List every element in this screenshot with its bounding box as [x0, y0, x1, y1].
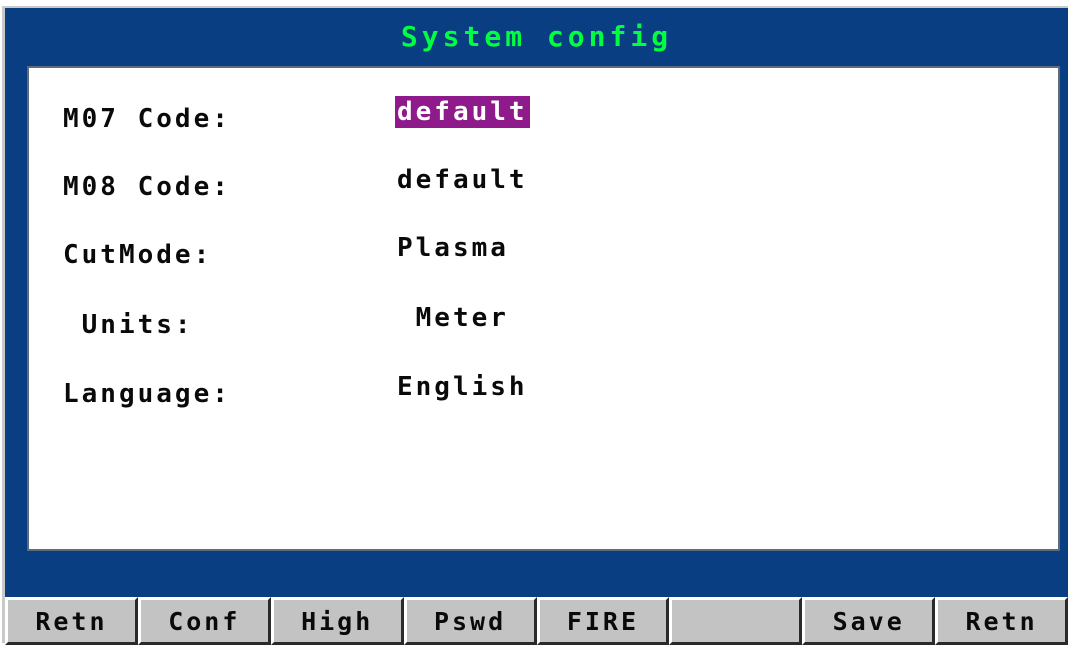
- setting-label-language: Language:: [63, 379, 231, 409]
- setting-row-language[interactable]: Language: English: [29, 372, 1058, 411]
- setting-label-m08-code: M08 Code:: [63, 172, 231, 202]
- softkey-high[interactable]: High: [270, 597, 404, 645]
- softkey-bar: Retn Conf High Pswd FIRE Save Retn: [5, 597, 1068, 645]
- window-title: System config: [400, 19, 673, 53]
- setting-value-m08-code[interactable]: default: [395, 164, 530, 196]
- setting-value-m07-code[interactable]: default: [395, 96, 530, 128]
- setting-label-m07-code: M07 Code:: [63, 104, 231, 134]
- setting-label-units: Units:: [63, 310, 194, 340]
- softkey-retn-left[interactable]: Retn: [5, 597, 138, 645]
- setting-value-cutmode[interactable]: Plasma: [395, 232, 511, 264]
- setting-label-cutmode: CutMode:: [63, 240, 213, 270]
- setting-value-language[interactable]: English: [395, 371, 530, 403]
- setting-value-units[interactable]: Meter: [395, 302, 511, 334]
- setting-row-m07-code[interactable]: M07 Code: default: [29, 96, 1058, 136]
- setting-row-units[interactable]: Units: Meter: [29, 303, 1058, 342]
- setting-row-m08-code[interactable]: M08 Code: default: [29, 165, 1058, 204]
- softkey-retn-right[interactable]: Retn: [935, 597, 1068, 645]
- settings-panel: M07 Code: default M08 Code: default CutM…: [27, 66, 1060, 551]
- setting-row-cutmode[interactable]: CutMode: Plasma: [29, 233, 1058, 272]
- softkey-pswd[interactable]: Pswd: [403, 597, 537, 645]
- softkey-conf[interactable]: Conf: [137, 597, 271, 645]
- softkey-save[interactable]: Save: [802, 597, 936, 645]
- softkey-fire[interactable]: FIRE: [536, 597, 670, 645]
- title-bar: System config: [5, 8, 1068, 64]
- system-config-window: System config M07 Code: default M08 Code…: [2, 6, 1068, 645]
- status-strip: [5, 551, 1068, 597]
- softkey-blank[interactable]: [669, 597, 803, 645]
